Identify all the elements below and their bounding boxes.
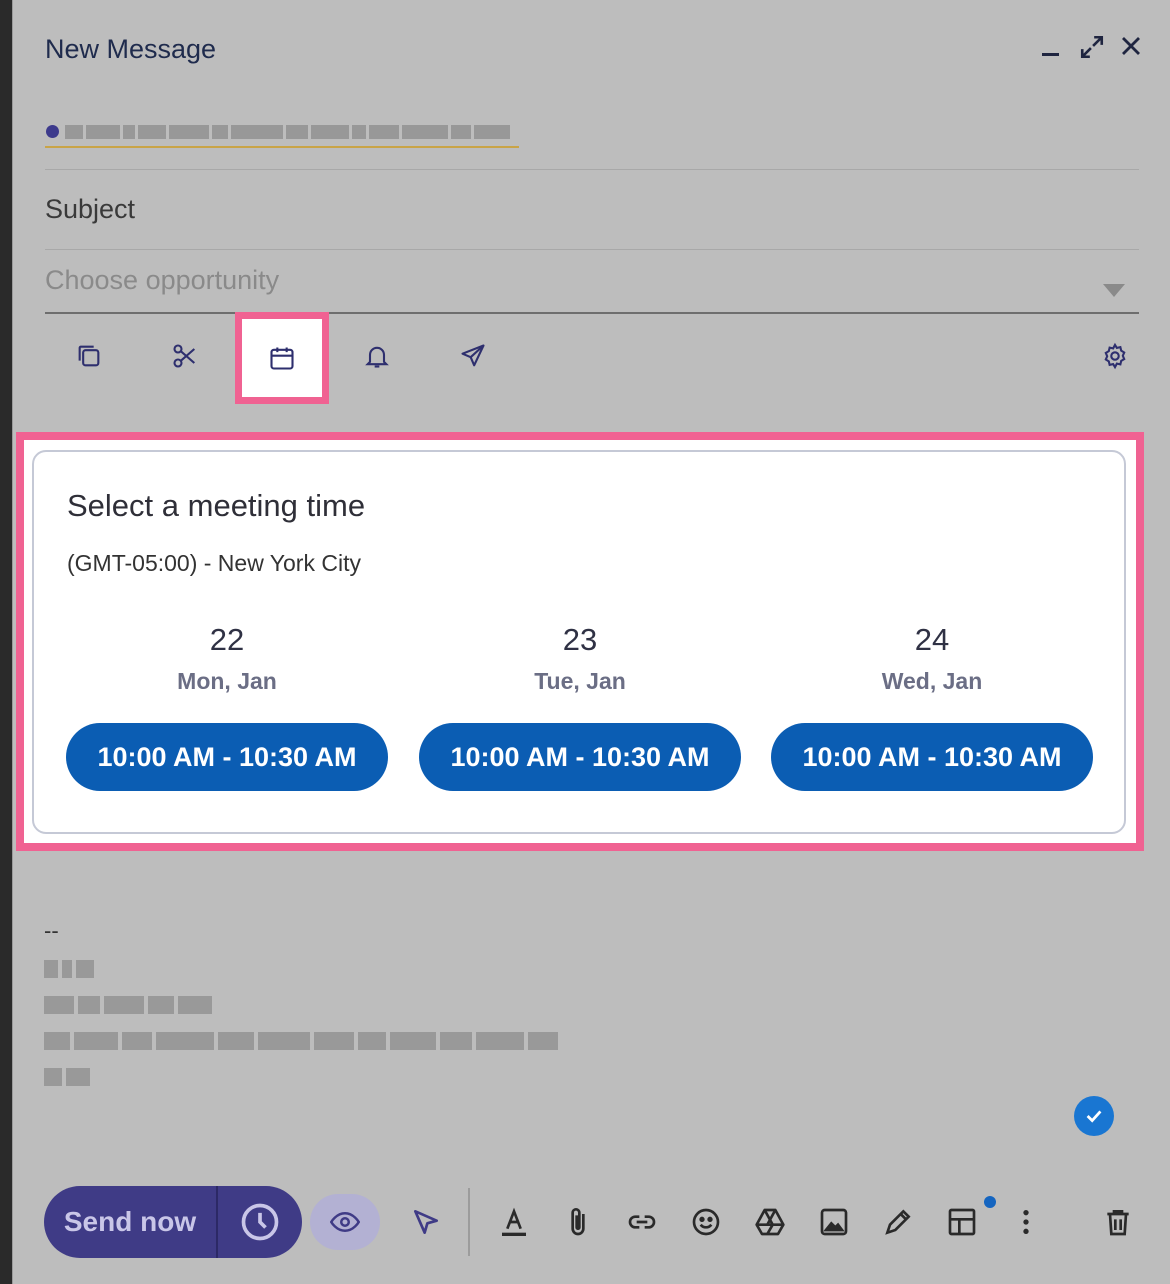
time-slot-button[interactable]: 10:00 AM - 10:30 AM xyxy=(419,723,741,791)
signature-line-redacted xyxy=(44,994,558,1016)
drive-icon[interactable] xyxy=(752,1204,788,1240)
email-signature: -- xyxy=(44,918,558,1088)
time-slot-button[interactable]: 10:00 AM - 10:30 AM xyxy=(66,723,388,791)
layout-icon[interactable] xyxy=(944,1204,980,1240)
day-number: 24 xyxy=(914,622,950,657)
signature-separator: -- xyxy=(44,918,59,943)
attach-icon[interactable] xyxy=(560,1204,596,1240)
opportunity-underline xyxy=(45,312,1139,314)
text-format-icon[interactable] xyxy=(496,1204,532,1240)
day-label: Tue, Jan xyxy=(534,668,626,694)
calendar-button-active[interactable] xyxy=(235,312,329,404)
clock-icon[interactable] xyxy=(218,1186,302,1258)
recipient-chip-redacted[interactable] xyxy=(65,118,519,146)
meeting-timezone: (GMT-05:00) - New York City xyxy=(67,550,361,576)
bell-icon[interactable] xyxy=(361,340,393,372)
day-label: Mon, Jan xyxy=(177,668,277,694)
compose-bottom-bar: Send now xyxy=(12,1180,1170,1264)
signature-line-redacted xyxy=(44,1030,558,1052)
eye-icon[interactable] xyxy=(310,1194,380,1250)
recipient-underline xyxy=(45,146,519,148)
pen-icon[interactable] xyxy=(880,1204,916,1240)
recipient-divider xyxy=(45,169,1139,170)
minimize-icon[interactable] xyxy=(1039,34,1063,58)
opportunity-select[interactable]: Choose opportunity xyxy=(45,265,279,296)
link-icon[interactable] xyxy=(624,1204,660,1240)
image-icon[interactable] xyxy=(816,1204,852,1240)
day-number: 23 xyxy=(562,622,598,657)
more-options-icon[interactable] xyxy=(1008,1204,1044,1240)
copy-icon[interactable] xyxy=(73,340,105,372)
signature-line-redacted xyxy=(44,958,558,980)
meeting-picker-card: Select a meeting time (GMT-05:00) - New … xyxy=(32,450,1126,834)
day-column-2: 23 Tue, Jan 10:00 AM - 10:30 AM xyxy=(419,622,741,791)
send-now-button[interactable]: Send now xyxy=(44,1186,218,1258)
close-icon[interactable] xyxy=(1119,34,1143,58)
settings-icon[interactable] xyxy=(1099,340,1131,372)
trash-icon[interactable] xyxy=(1100,1204,1136,1240)
send-tracking-icon[interactable] xyxy=(408,1204,444,1240)
check-circle-icon[interactable] xyxy=(1074,1096,1114,1136)
window-title: New Message xyxy=(45,34,217,64)
signature-line-redacted xyxy=(44,1066,558,1088)
day-column-3: 24 Wed, Jan 10:00 AM - 10:30 AM xyxy=(771,622,1093,791)
toolbar-divider xyxy=(468,1188,470,1256)
notification-dot xyxy=(984,1196,996,1208)
subject-divider xyxy=(45,249,1139,250)
calendar-icon xyxy=(270,347,294,370)
day-column-1: 22 Mon, Jan 10:00 AM - 10:30 AM xyxy=(66,622,388,791)
subject-input[interactable]: Subject xyxy=(45,194,135,225)
day-number: 22 xyxy=(209,622,245,657)
recipient-status-dot xyxy=(46,125,59,138)
dropdown-arrow-icon[interactable] xyxy=(1103,284,1125,297)
send-icon[interactable] xyxy=(457,340,489,372)
meeting-title: Select a meeting time xyxy=(67,488,366,523)
emoji-icon[interactable] xyxy=(688,1204,724,1240)
compose-header: New Message xyxy=(13,0,1170,98)
time-slot-button[interactable]: 10:00 AM - 10:30 AM xyxy=(771,723,1093,791)
meeting-picker-highlight: Select a meeting time (GMT-05:00) - New … xyxy=(16,432,1144,851)
scissors-icon[interactable] xyxy=(169,340,201,372)
expand-icon[interactable] xyxy=(1079,34,1105,60)
send-button-group: Send now xyxy=(44,1186,302,1258)
day-label: Wed, Jan xyxy=(881,668,983,694)
